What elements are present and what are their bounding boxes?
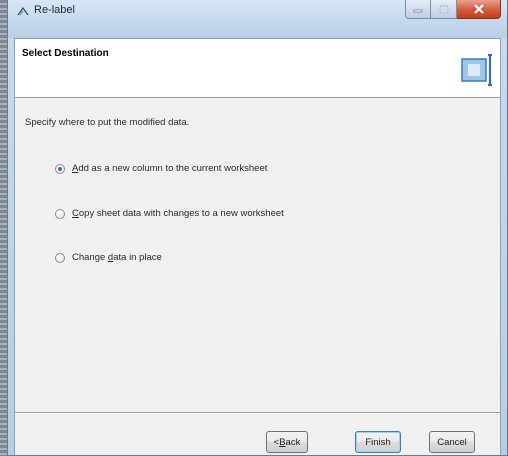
minimize-button[interactable] (405, 0, 431, 19)
footer-divider (15, 412, 500, 413)
wizard-destination-icon (461, 53, 492, 87)
back-button[interactable]: < Back (266, 431, 308, 453)
radio-add-new-column[interactable] (55, 163, 65, 174)
option-label: Add as a new column to the current works… (72, 163, 268, 174)
radio-change-in-place[interactable] (55, 252, 65, 263)
close-icon (473, 4, 484, 14)
option-change-in-place[interactable]: Change data in place (55, 252, 162, 263)
option-copy-sheet[interactable]: Copy sheet data with changes to a new wo… (55, 208, 284, 219)
wizard-client-area: Select Destination Specify where to put … (14, 38, 501, 455)
option-add-new-column[interactable]: Add as a new column to the current works… (55, 163, 267, 174)
minimize-icon (413, 9, 423, 13)
finish-button[interactable]: Finish (355, 431, 401, 453)
option-label: Change data in place (72, 252, 162, 263)
maximize-icon (438, 4, 449, 14)
window-frame-right (501, 38, 507, 455)
instruction-text: Specify where to put the modified data. (25, 117, 190, 128)
wizard-header: Select Destination (15, 39, 500, 98)
option-label: Copy sheet data with changes to a new wo… (72, 208, 284, 219)
radio-copy-sheet[interactable] (55, 208, 65, 219)
relabel-app-icon (17, 6, 29, 16)
page-title: Select Destination (22, 48, 109, 59)
maximize-button[interactable] (431, 0, 457, 19)
title-bar[interactable]: Re-label (8, 0, 507, 38)
window-title: Re-label (34, 4, 75, 16)
dialog-window: Re-label Select Destination Specify wher… (7, 0, 508, 456)
cancel-button[interactable]: Cancel (429, 431, 475, 453)
close-button[interactable] (457, 0, 501, 19)
window-controls (405, 0, 501, 20)
